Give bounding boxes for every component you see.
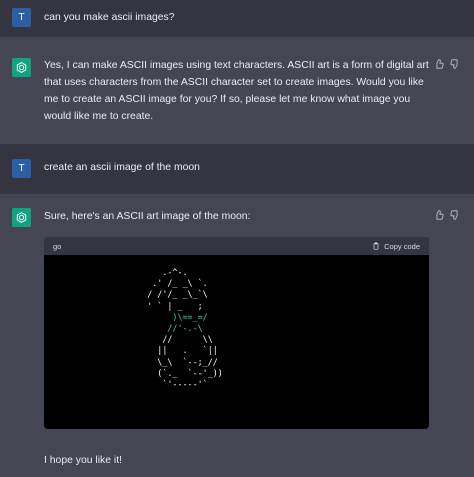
ascii-art-line: ' ` | _ ; — [122, 300, 203, 311]
ascii-art-line: .' /_ _\ `. — [122, 278, 208, 289]
copy-code-label: Copy code — [384, 241, 420, 251]
copy-code-button[interactable]: Copy code — [372, 242, 420, 251]
thumbs-down-icon[interactable] — [450, 59, 460, 69]
openai-logo-icon — [16, 212, 27, 223]
feedback-buttons — [434, 210, 460, 220]
ascii-art-line: `'-----'` — [122, 379, 208, 390]
code-block-body: .-^-. .' /_ _\ `. / /'/_ _\_`\ ' ` | _ ;… — [44, 255, 429, 429]
ascii-art: .-^-. .' /_ _\ `. / /'/_ _\_`\ ' ` | _ ;… — [122, 267, 223, 390]
clipboard-icon — [373, 242, 379, 250]
user-avatar: T — [12, 8, 31, 27]
ascii-art-line: // \\ — [122, 334, 213, 345]
assistant-message-row: Sure, here's an ASCII art image of the m… — [0, 194, 474, 477]
assistant-message-text: Yes, I can make ASCII images using text … — [44, 60, 429, 122]
code-block-header: go Copy code — [44, 237, 429, 255]
thumbs-up-icon[interactable] — [434, 59, 444, 69]
user-message-text: create an ascii image of the moon — [44, 162, 200, 173]
ascii-art-line: //'-.-\ — [122, 323, 203, 334]
assistant-message-row: Yes, I can make ASCII images using text … — [0, 37, 474, 144]
code-language-label: go — [53, 241, 62, 251]
user-message-row: T can you make ascii images? — [0, 0, 474, 37]
assistant-avatar — [12, 58, 31, 77]
user-avatar: T — [12, 159, 31, 178]
user-message-text: can you make ascii images? — [44, 12, 175, 23]
openai-logo-icon — [16, 62, 27, 73]
feedback-buttons — [434, 59, 460, 69]
ascii-art-line: / /'/_ _\_`\ — [122, 289, 208, 300]
ascii-art-line: \_\ `--;_// — [122, 356, 218, 367]
ascii-art-line: (`._ `--'_)) — [122, 367, 223, 378]
thumbs-down-icon[interactable] — [450, 210, 460, 220]
ascii-art-line: )\==_=/ — [122, 311, 208, 322]
thumbs-up-icon[interactable] — [434, 210, 444, 220]
user-message-row: T create an ascii image of the moon — [0, 144, 474, 194]
assistant-message-text: I hope you like it! — [44, 455, 122, 466]
code-block: go Copy code .-^-. .' /_ _\ `. / /'/_ _\… — [44, 237, 429, 429]
ascii-art-line: || . `|| — [122, 345, 218, 356]
ascii-art-line: .-^-. — [122, 267, 188, 277]
assistant-message-text: Sure, here's an ASCII art image of the m… — [44, 211, 251, 222]
assistant-avatar — [12, 208, 31, 227]
